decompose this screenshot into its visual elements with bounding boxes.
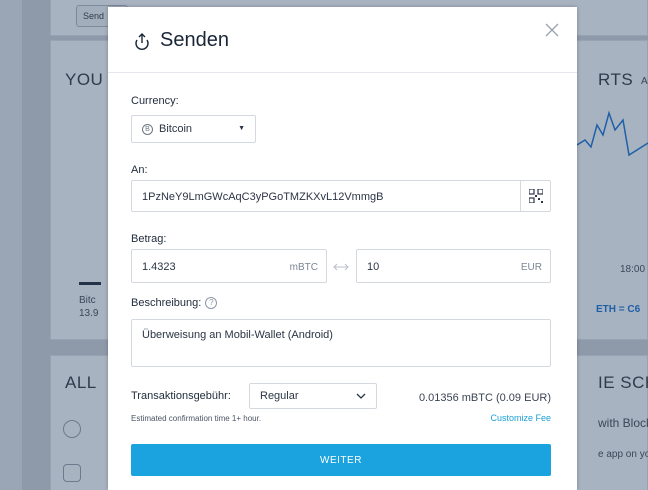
bg-blockchain-text: with Blocko	[598, 416, 648, 430]
bg-header-right: RTS	[598, 70, 634, 89]
bg-send-label: Send	[83, 11, 105, 21]
currency-value: Bitcoin	[159, 123, 193, 135]
amount-eur-unit: EUR	[520, 262, 542, 273]
customize-fee-link[interactable]: Customize Fee	[490, 413, 551, 423]
bg-axis-time: 18:00	[620, 264, 646, 275]
modal-title-text: Senden	[160, 29, 229, 51]
fee-amount: 0.01356 mBTC (0.09 EUR)	[418, 392, 551, 404]
amount-btc-value: 1.4323	[142, 261, 176, 273]
bg-eth-label: ETH = C6	[596, 304, 641, 315]
fee-select[interactable]: Regular	[249, 383, 377, 409]
amount-eur-input[interactable]: 10 EUR	[356, 249, 551, 283]
amount-btc-input[interactable]: 1.4323 mBTC	[131, 249, 327, 283]
address-value: 1PzNeY9LmGWcAqC3yPGoTMZKXvL12VmmgB	[142, 191, 384, 203]
bg-app-text: e app on you	[598, 449, 648, 460]
description-input[interactable]: Überweisung an Mobil-Wallet (Android)	[131, 319, 551, 367]
bg-square-icon	[63, 464, 81, 482]
bitcoin-icon: B	[142, 123, 153, 135]
bg-small-a: A	[641, 76, 648, 87]
currency-label: Currency:	[131, 95, 179, 107]
bg-tab-indicator	[79, 282, 101, 285]
description-value: Überweisung an Mobil-Wallet (Android)	[142, 329, 333, 341]
currency-select[interactable]: B Bitcoin ▼	[131, 115, 256, 143]
confirmation-hint: Estimated confirmation time 1+ hour.	[131, 414, 262, 423]
bg-chart-line	[577, 110, 648, 157]
bg-header-left: YOU	[65, 70, 104, 89]
bg-footer-right: IE SCHO	[598, 373, 648, 392]
amount-label: Betrag:	[131, 233, 167, 245]
send-icon	[135, 32, 149, 50]
bg-circle-icon	[63, 420, 81, 438]
bg-footer-left: ALL	[65, 373, 97, 392]
modal-title: Senden	[132, 29, 229, 52]
amount-eur-value: 10	[367, 261, 380, 273]
help-icon[interactable]: ?	[205, 297, 218, 309]
bg-bitcoin-label: Bitc	[79, 295, 96, 306]
swap-arrows-icon	[333, 263, 349, 271]
chevron-down-icon	[356, 393, 366, 399]
close-icon[interactable]	[543, 21, 561, 39]
bg-bitcoin-value: 13.9	[79, 308, 99, 319]
to-label: An:	[131, 164, 148, 176]
submit-button[interactable]: WEITER	[131, 444, 551, 476]
send-modal: Senden Currency: B Bitcoin ▼ An: 1PzNeY9…	[108, 7, 577, 490]
description-label-row: Beschreibung: ?	[131, 297, 218, 309]
qr-code-button[interactable]	[520, 181, 550, 211]
fee-label: Transaktionsgebühr:	[131, 390, 231, 402]
description-label: Beschreibung:	[131, 297, 202, 309]
amount-btc-unit: mBTC	[289, 262, 318, 273]
modal-header: Senden	[108, 7, 577, 73]
qr-code-icon	[528, 189, 543, 203]
fee-option: Regular	[260, 390, 299, 402]
caret-down-icon: ▼	[238, 125, 245, 132]
address-input[interactable]: 1PzNeY9LmGWcAqC3yPGoTMZKXvL12VmmgB	[131, 180, 551, 212]
